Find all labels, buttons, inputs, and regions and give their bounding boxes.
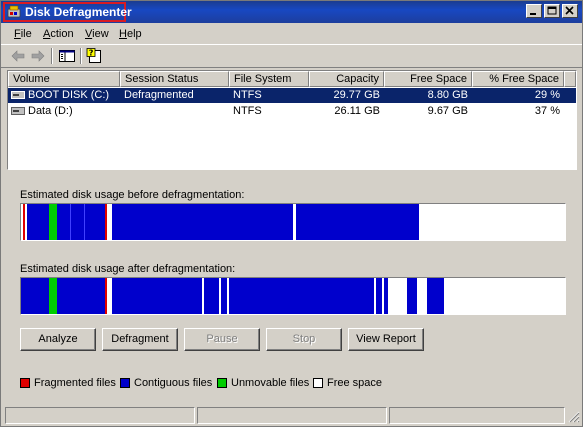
disk-defragmenter-app-icon bbox=[7, 5, 21, 18]
contiguous-swatch bbox=[120, 378, 130, 388]
contiguous-divider bbox=[84, 204, 85, 240]
forward-arrow-icon[interactable] bbox=[29, 48, 47, 64]
contiguous-segment bbox=[296, 204, 419, 240]
file-system: NTFS bbox=[233, 89, 262, 101]
status-pane-3 bbox=[389, 407, 565, 424]
capacity: 26.11 GB bbox=[334, 105, 380, 117]
legend-unmovable-label: Unmovable files bbox=[231, 377, 310, 389]
column-header-session-status[interactable]: Session Status bbox=[120, 71, 229, 87]
contiguous-segment bbox=[384, 278, 388, 314]
maximize-button[interactable] bbox=[544, 4, 560, 18]
minimize-icon bbox=[530, 13, 536, 15]
status-pane-1 bbox=[5, 407, 195, 424]
menu-bar: File Action View Help bbox=[1, 25, 582, 43]
contiguous-segment bbox=[21, 278, 49, 314]
unmovable-segment bbox=[49, 204, 57, 240]
contiguous-segment bbox=[57, 278, 105, 314]
show-hide-console-tree-icon[interactable] bbox=[58, 48, 76, 64]
view-report-button[interactable]: View Report bbox=[348, 328, 424, 351]
session-status: Defragmented bbox=[124, 89, 194, 101]
resize-grip-icon[interactable] bbox=[568, 411, 580, 423]
menu-action[interactable]: Action bbox=[43, 28, 74, 40]
window-title: Disk Defragmenter bbox=[25, 5, 132, 19]
contiguous-segment bbox=[204, 278, 219, 314]
status-bar bbox=[1, 405, 582, 426]
percent-free-space: 37 % bbox=[534, 105, 560, 117]
close-icon bbox=[565, 6, 574, 15]
column-header-filler bbox=[564, 71, 576, 87]
volume-row-d[interactable]: Data (D:) NTFS 26.11 GB 9.67 GB 37 % bbox=[8, 104, 576, 119]
before-defrag-label: Estimated disk usage before defragmentat… bbox=[20, 189, 245, 201]
volume-list-header: Volume Session Status File System Capaci… bbox=[8, 71, 576, 87]
percent-free-space: 29 % bbox=[534, 89, 560, 101]
toolbar-separator bbox=[80, 48, 82, 64]
menu-help[interactable]: Help bbox=[119, 28, 142, 40]
file-system: NTFS bbox=[233, 105, 262, 117]
maximize-icon bbox=[547, 6, 557, 15]
help-icon[interactable]: ? bbox=[86, 48, 104, 64]
menu-file[interactable]: File bbox=[14, 28, 32, 40]
free-space: 9.67 GB bbox=[427, 105, 468, 117]
menu-file-label: ile bbox=[20, 28, 32, 40]
after-defrag-label: Estimated disk usage after defragmentati… bbox=[20, 263, 236, 275]
contiguous-segment bbox=[27, 204, 49, 240]
menu-help-label: elp bbox=[126, 28, 142, 40]
capacity: 29.77 GB bbox=[333, 89, 380, 101]
pause-button[interactable]: Pause bbox=[184, 328, 260, 351]
volume-name: BOOT DISK (C:) bbox=[28, 89, 110, 101]
contiguous-segment bbox=[427, 278, 444, 314]
free-space-segment bbox=[107, 204, 109, 240]
free-space-swatch bbox=[313, 378, 323, 388]
menu-view[interactable]: View bbox=[85, 28, 109, 40]
volume-name: Data (D:) bbox=[28, 105, 73, 117]
back-arrow-icon[interactable] bbox=[9, 48, 27, 64]
legend-fragmented-label: Fragmented files bbox=[34, 377, 116, 389]
unmovable-segment bbox=[49, 278, 57, 314]
fragmented-segment bbox=[23, 204, 25, 240]
fragmented-swatch bbox=[20, 378, 30, 388]
column-header-volume[interactable]: Volume bbox=[8, 71, 120, 87]
volume-row-c[interactable]: BOOT DISK (C:) Defragmented NTFS 29.77 G… bbox=[8, 88, 576, 103]
contiguous-segment bbox=[407, 278, 417, 314]
contiguous-segment bbox=[221, 278, 227, 314]
svg-text:?: ? bbox=[89, 49, 94, 58]
after-defrag-map bbox=[20, 277, 566, 315]
stop-button[interactable]: Stop bbox=[266, 328, 342, 351]
column-header-free-space[interactable]: Free Space bbox=[384, 71, 472, 87]
menu-action-label: ction bbox=[50, 28, 74, 40]
contiguous-segment bbox=[376, 278, 382, 314]
unmovable-swatch bbox=[217, 378, 227, 388]
title-bar[interactable]: Disk Defragmenter bbox=[1, 1, 582, 23]
free-space: 8.80 GB bbox=[427, 89, 468, 101]
column-header-file-system[interactable]: File System bbox=[229, 71, 309, 87]
menu-view-label: iew bbox=[92, 28, 109, 40]
defragment-button[interactable]: Defragment bbox=[102, 328, 178, 351]
hard-disk-icon bbox=[11, 107, 25, 115]
contiguous-divider bbox=[70, 204, 71, 240]
minimize-button[interactable] bbox=[526, 4, 542, 18]
column-header-percent-free-space[interactable]: % Free Space bbox=[472, 71, 564, 87]
close-button[interactable] bbox=[562, 4, 578, 18]
legend-contiguous-label: Contiguous files bbox=[134, 377, 213, 389]
toolbar-separator bbox=[51, 48, 53, 64]
volume-list[interactable]: Volume Session Status File System Capaci… bbox=[7, 70, 577, 170]
contiguous-segment bbox=[112, 204, 293, 240]
contiguous-segment bbox=[229, 278, 374, 314]
analyze-button[interactable]: Analyze bbox=[20, 328, 96, 351]
disk-defragmenter-window: Disk Defragmenter File Action View Help bbox=[0, 0, 583, 427]
toolbar: ? bbox=[1, 44, 582, 68]
contiguous-segment bbox=[57, 204, 105, 240]
hard-disk-icon bbox=[11, 91, 25, 99]
before-defrag-map bbox=[20, 203, 566, 241]
menu-help-accelerator: H bbox=[119, 28, 127, 40]
status-pane-2 bbox=[197, 407, 387, 424]
column-header-capacity[interactable]: Capacity bbox=[309, 71, 384, 87]
legend-free-label: Free space bbox=[327, 377, 383, 389]
contiguous-segment bbox=[112, 278, 202, 314]
menu-file-accelerator: F bbox=[14, 28, 21, 40]
